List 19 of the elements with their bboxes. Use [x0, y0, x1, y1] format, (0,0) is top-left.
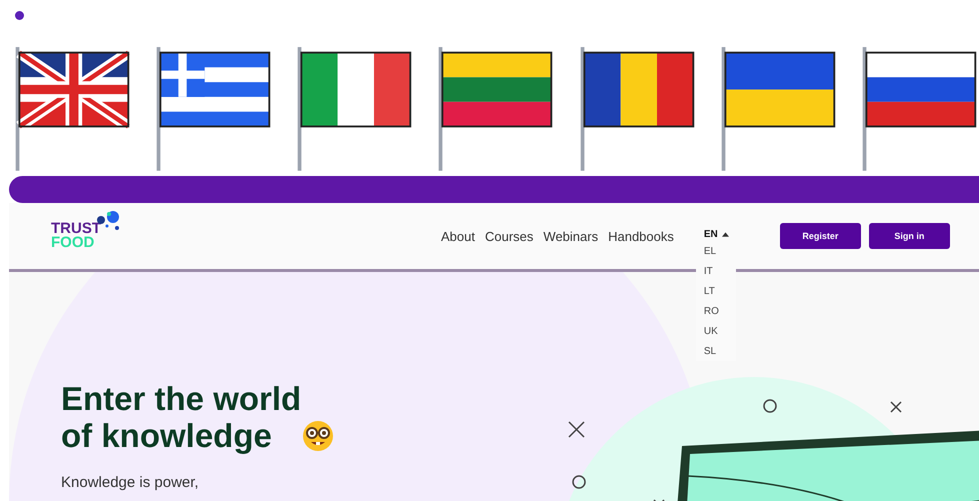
nav-link[interactable]: Courses — [484, 228, 534, 244]
nav-link[interactable]: Handbooks — [608, 228, 674, 244]
logo-text: FOOD — [51, 236, 94, 250]
dot-icon — [15, 11, 24, 20]
header-button[interactable]: Sign in — [868, 223, 950, 249]
language-option[interactable]: UK — [704, 326, 728, 337]
language-option[interactable]: LT — [704, 286, 728, 297]
nerd-face-icon — [302, 420, 334, 452]
nav-link[interactable]: About — [441, 228, 475, 244]
header-button[interactable]: Register — [780, 223, 861, 249]
language-option[interactable]: RO — [704, 306, 728, 317]
language-option[interactable]: EL — [704, 246, 728, 257]
nav-link[interactable]: Webinars — [543, 228, 598, 244]
hero-text: Knowledge is power, — [61, 474, 200, 491]
logo-text: TRUST — [51, 222, 101, 236]
hero-title: Enter the world of knowledge — [61, 380, 302, 454]
language-option[interactable]: SL — [704, 346, 728, 357]
language-option[interactable]: EN — [704, 229, 718, 240]
language-option[interactable]: IT — [704, 266, 728, 277]
